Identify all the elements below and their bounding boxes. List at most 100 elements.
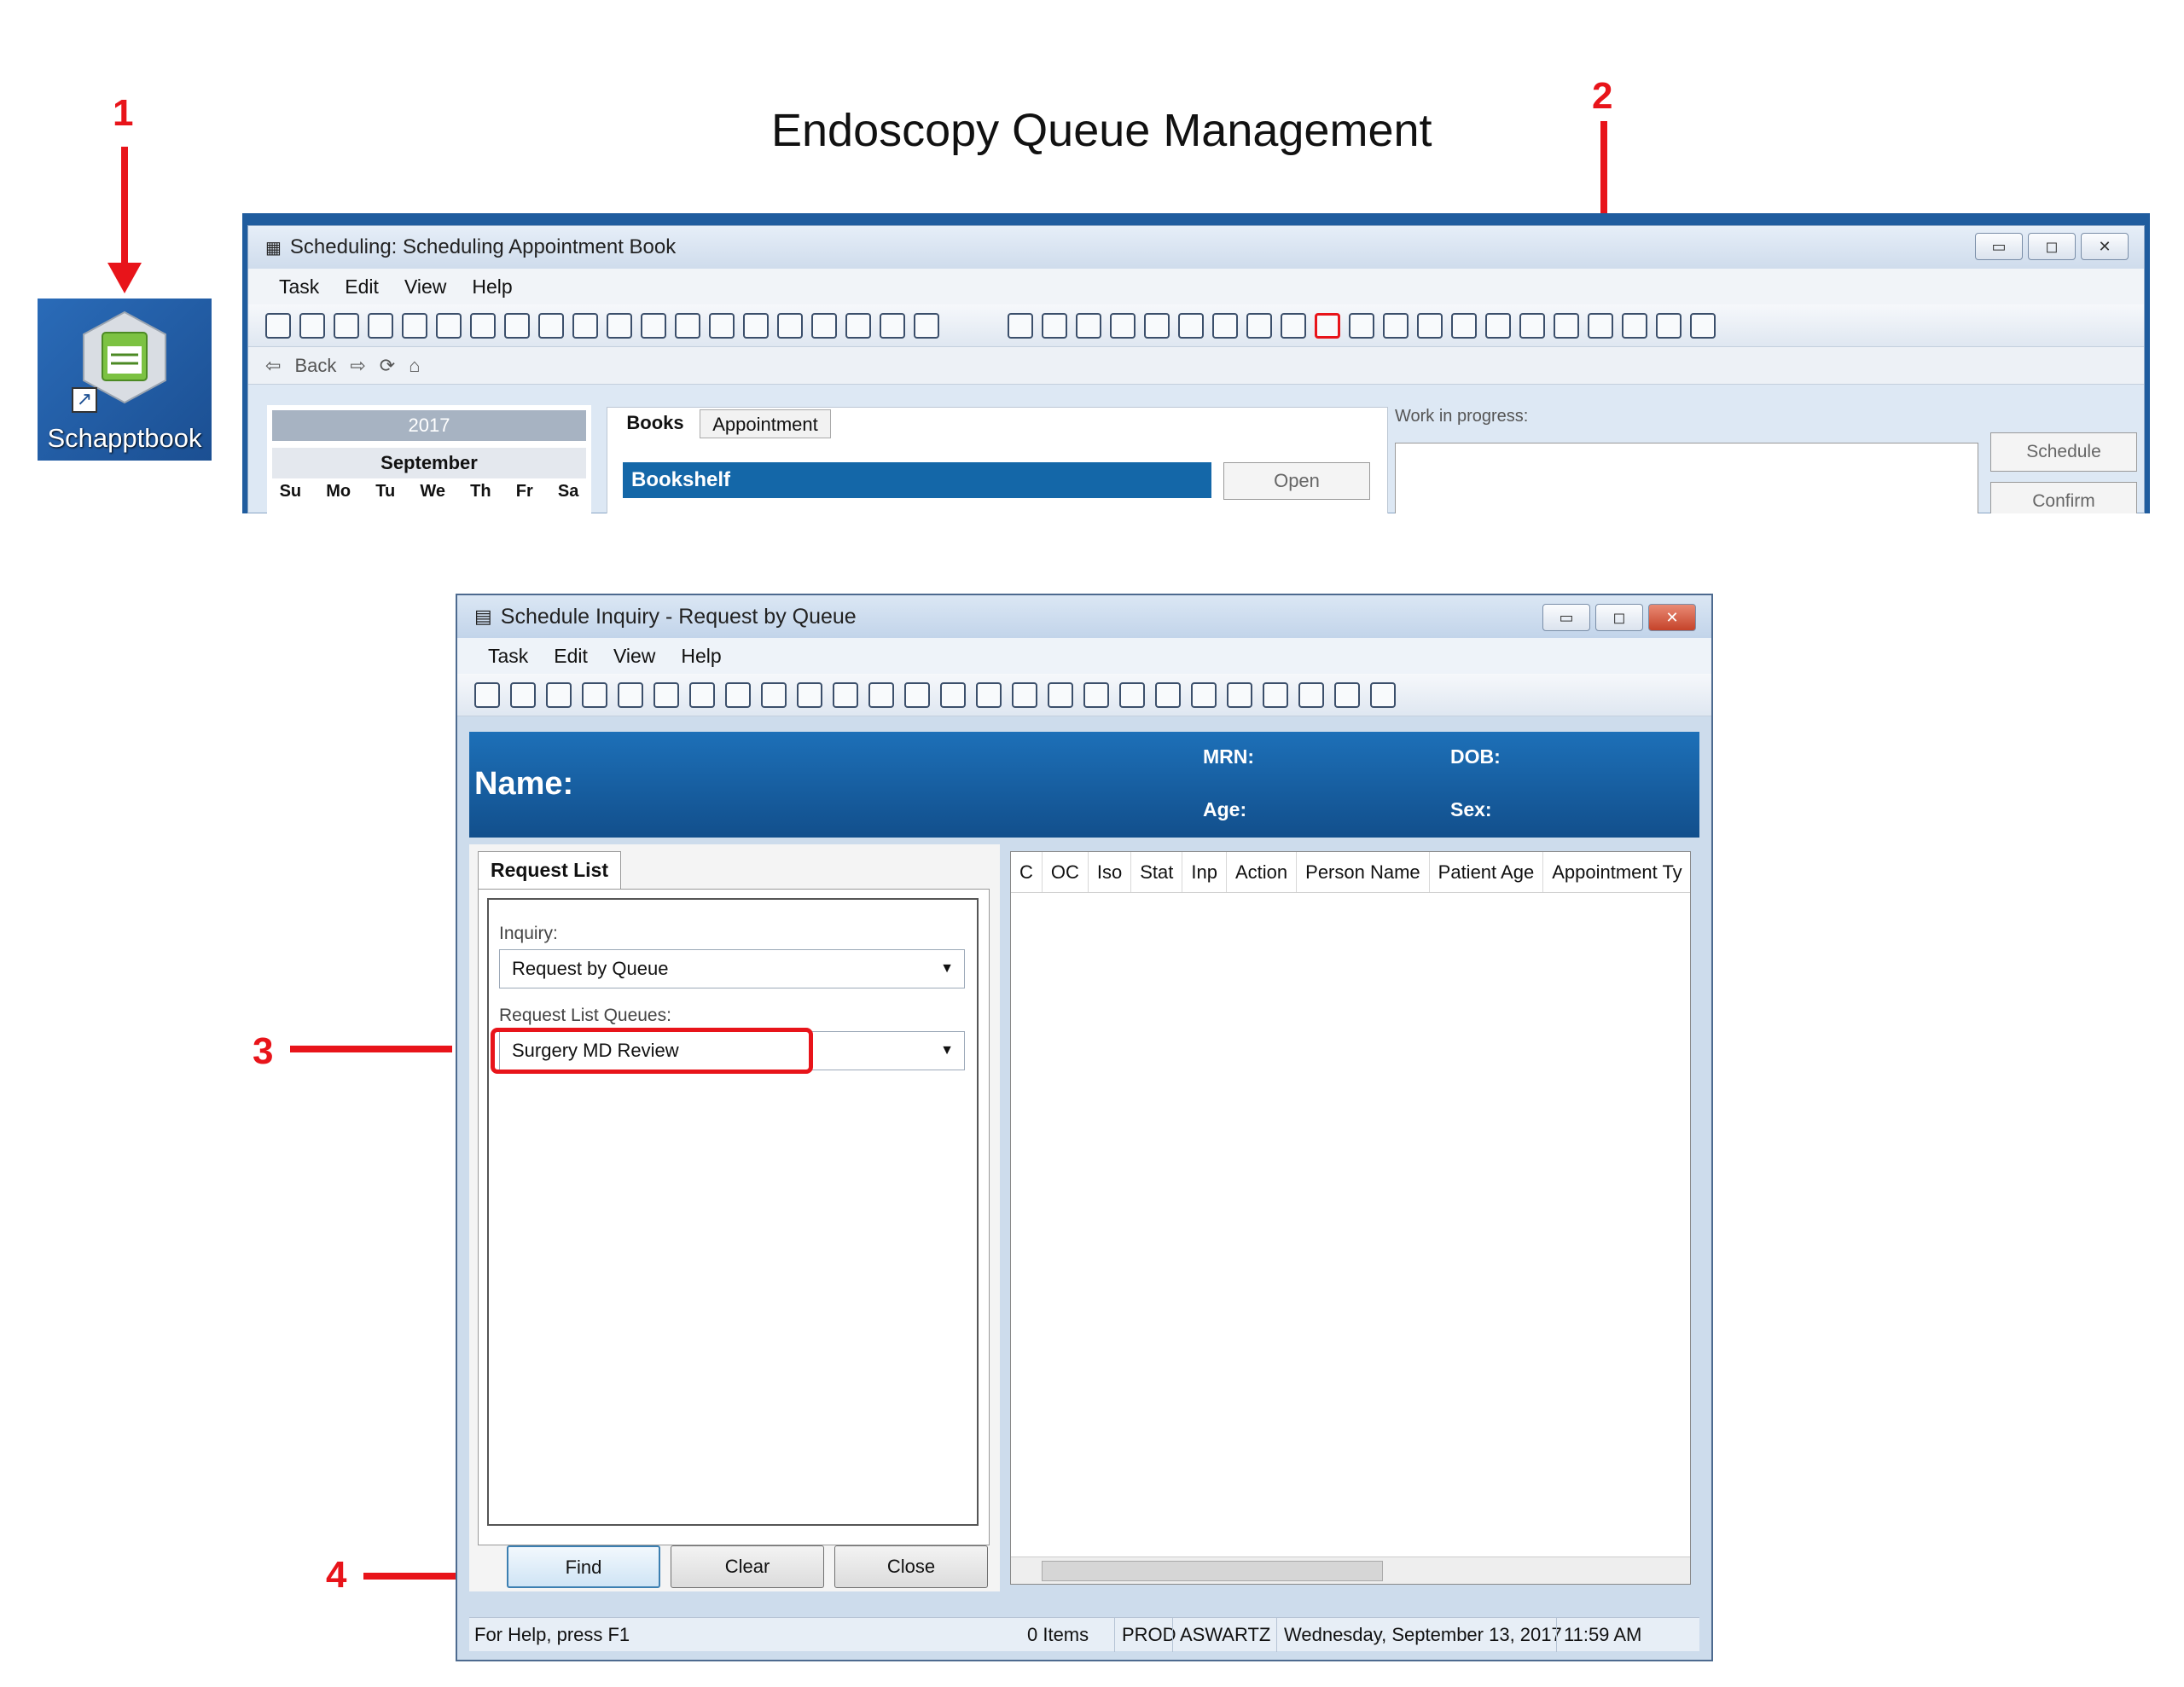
inquiry-select[interactable]: Request by Queue ▼ bbox=[499, 949, 965, 988]
toolbar-icon[interactable] bbox=[761, 681, 787, 708]
toolbar-icon[interactable] bbox=[1281, 312, 1306, 339]
back-button[interactable]: Back bbox=[294, 355, 336, 377]
toolbar-icon[interactable] bbox=[689, 681, 715, 708]
toolbar-icon[interactable] bbox=[709, 312, 735, 339]
back-arrow-icon[interactable]: ⇦ bbox=[265, 355, 281, 377]
toolbar-icon[interactable] bbox=[845, 312, 871, 339]
toolbar-icon[interactable] bbox=[1227, 681, 1252, 708]
close-button[interactable]: Close bbox=[834, 1545, 988, 1588]
toolbar-icon[interactable] bbox=[1554, 312, 1579, 339]
toolbar-icon[interactable] bbox=[904, 681, 930, 708]
toolbar-icon[interactable] bbox=[880, 312, 905, 339]
tab-appointment[interactable]: Appointment bbox=[700, 409, 831, 438]
toolbar-icon[interactable] bbox=[607, 312, 632, 339]
toolbar-icon[interactable] bbox=[1263, 681, 1288, 708]
toolbar-icon[interactable] bbox=[1212, 312, 1238, 339]
toolbar-icon[interactable] bbox=[618, 681, 643, 708]
toolbar-icon[interactable] bbox=[436, 312, 462, 339]
toolbar-icon[interactable] bbox=[1451, 312, 1477, 339]
col-oc[interactable]: OC bbox=[1043, 852, 1089, 892]
toolbar-icon[interactable] bbox=[299, 312, 325, 339]
toolbar-icon[interactable] bbox=[1119, 681, 1145, 708]
toolbar-icon[interactable] bbox=[1048, 681, 1073, 708]
toolbar-icon[interactable] bbox=[572, 312, 598, 339]
bookshelf-item[interactable]: Bookshelf bbox=[623, 462, 1211, 498]
toolbar-icon[interactable] bbox=[368, 312, 393, 339]
toolbar-icon[interactable] bbox=[833, 681, 858, 708]
toolbar-icon[interactable] bbox=[1246, 312, 1272, 339]
menu-view[interactable]: View bbox=[613, 645, 655, 668]
menu-help[interactable]: Help bbox=[472, 275, 512, 299]
toolbar-icon[interactable] bbox=[1519, 312, 1545, 339]
horizontal-scrollbar[interactable] bbox=[1011, 1557, 1690, 1584]
zoom-out-icon[interactable] bbox=[1178, 312, 1204, 339]
toolbar-icon[interactable] bbox=[743, 312, 769, 339]
menu-help[interactable]: Help bbox=[681, 645, 721, 668]
toolbar-icon[interactable] bbox=[1588, 312, 1613, 339]
col-stat[interactable]: Stat bbox=[1131, 852, 1183, 892]
tab-request-list[interactable]: Request List bbox=[478, 851, 621, 889]
toolbar-icon[interactable] bbox=[976, 681, 1002, 708]
dropdown-arrow-icon[interactable]: ▼ bbox=[940, 950, 954, 988]
toolbar-icon[interactable] bbox=[1155, 681, 1181, 708]
toolbar-icon[interactable] bbox=[1298, 681, 1324, 708]
menu-view[interactable]: View bbox=[404, 275, 446, 299]
toolbar-icon[interactable] bbox=[546, 681, 572, 708]
menu-edit[interactable]: Edit bbox=[554, 645, 588, 668]
toolbar-icon[interactable] bbox=[1349, 312, 1374, 339]
calendar-month[interactable]: September bbox=[272, 448, 586, 478]
maximize-button[interactable]: ◻ bbox=[2028, 233, 2076, 260]
toolbar-icon[interactable] bbox=[868, 681, 894, 708]
calendar-year[interactable]: 2017 bbox=[272, 410, 586, 441]
toolbar-icon[interactable] bbox=[1083, 681, 1109, 708]
col-c[interactable]: C bbox=[1011, 852, 1043, 892]
toolbar-icon[interactable] bbox=[1622, 312, 1647, 339]
minimize-button[interactable]: ▭ bbox=[1975, 233, 2023, 260]
schapptbook-desktop-icon[interactable]: ↗ Schapptbook bbox=[38, 299, 212, 461]
toolbar-icon[interactable] bbox=[777, 312, 803, 339]
menu-task[interactable]: Task bbox=[488, 645, 528, 668]
toolbar-icon[interactable] bbox=[474, 681, 500, 708]
help-pointer-icon[interactable] bbox=[1370, 681, 1396, 708]
confirm-button[interactable]: Confirm bbox=[1990, 482, 2137, 513]
toolbar-icon[interactable] bbox=[1383, 312, 1409, 339]
zoom-in-icon[interactable] bbox=[1144, 312, 1170, 339]
find-button[interactable]: Find bbox=[507, 1545, 660, 1588]
toolbar-icon[interactable] bbox=[725, 681, 751, 708]
toolbar-icon[interactable] bbox=[1191, 681, 1217, 708]
menu-edit[interactable]: Edit bbox=[345, 275, 379, 299]
dropdown-arrow-icon[interactable]: ▼ bbox=[940, 1032, 954, 1070]
close-button[interactable]: ✕ bbox=[1648, 604, 1696, 631]
toolbar-icon[interactable] bbox=[1110, 312, 1136, 339]
tab-books[interactable]: Books bbox=[613, 408, 698, 438]
scrollbar-thumb[interactable] bbox=[1042, 1561, 1383, 1581]
forward-arrow-icon[interactable]: ⇨ bbox=[350, 355, 365, 377]
maximize-button[interactable]: ◻ bbox=[1595, 604, 1643, 631]
toolbar-icon[interactable] bbox=[1334, 681, 1360, 708]
toolbar-icon[interactable] bbox=[1485, 312, 1511, 339]
schedule-inquiry-icon[interactable] bbox=[1315, 312, 1340, 339]
home-icon[interactable]: ⌂ bbox=[409, 355, 420, 377]
col-appointment-type[interactable]: Appointment Ty bbox=[1543, 852, 1690, 892]
clear-button[interactable]: Clear bbox=[671, 1545, 824, 1588]
toolbar-icon[interactable] bbox=[265, 312, 291, 339]
toolbar-icon[interactable] bbox=[940, 681, 966, 708]
toolbar-icon[interactable] bbox=[1042, 312, 1067, 339]
toolbar-icon[interactable] bbox=[538, 312, 564, 339]
toolbar-icon[interactable] bbox=[1008, 312, 1033, 339]
minimize-button[interactable]: ▭ bbox=[1542, 604, 1590, 631]
close-button[interactable]: ✕ bbox=[2081, 233, 2129, 260]
open-button[interactable]: Open bbox=[1223, 462, 1370, 500]
toolbar-icon[interactable] bbox=[675, 312, 700, 339]
menu-task[interactable]: Task bbox=[279, 275, 319, 299]
toolbar-icon[interactable] bbox=[504, 312, 530, 339]
col-iso[interactable]: Iso bbox=[1089, 852, 1132, 892]
col-person-name[interactable]: Person Name bbox=[1297, 852, 1430, 892]
toolbar-icon[interactable] bbox=[653, 681, 679, 708]
toolbar-icon[interactable] bbox=[582, 681, 607, 708]
toolbar-icon[interactable] bbox=[1012, 681, 1037, 708]
col-inp[interactable]: Inp bbox=[1182, 852, 1227, 892]
toolbar-icon[interactable] bbox=[914, 312, 939, 339]
toolbar-icon[interactable] bbox=[641, 312, 666, 339]
toolbar-icon[interactable] bbox=[1417, 312, 1443, 339]
